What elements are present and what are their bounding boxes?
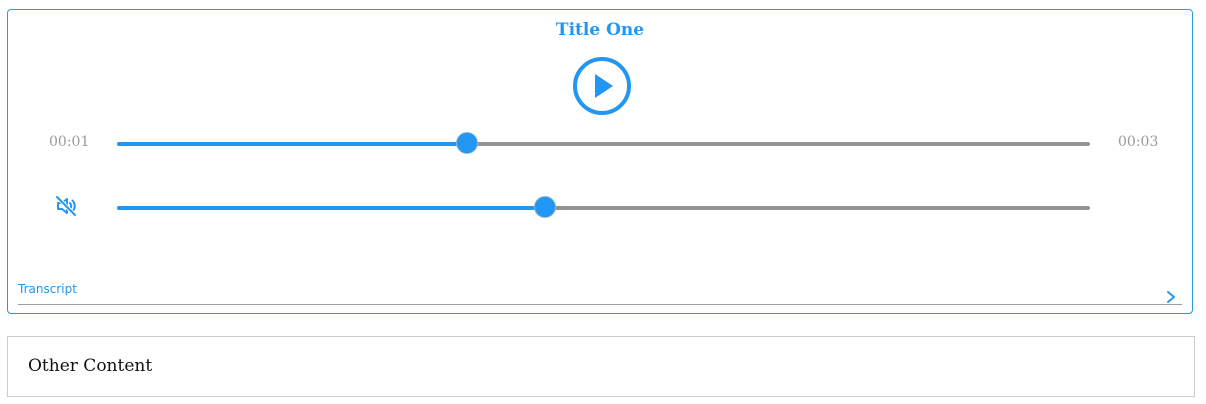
current-time: 00:01: [49, 134, 90, 150]
other-content-panel: Other Content: [7, 336, 1195, 397]
volume-fill: [117, 206, 546, 210]
volume-thumb[interactable]: [534, 196, 557, 218]
transcript-toggle[interactable]: Transcript: [18, 274, 1182, 305]
audio-player: Title One 00:01 00:03 Transcript: [7, 9, 1193, 314]
player-title: Title One: [555, 20, 645, 40]
play-button[interactable]: [571, 55, 633, 117]
progress-slider[interactable]: [117, 132, 1090, 156]
play-circle-icon: [573, 57, 631, 115]
transcript-label: Transcript: [18, 282, 77, 296]
other-content-text: Other Content: [28, 356, 153, 376]
volume-slider[interactable]: [117, 196, 1090, 220]
total-time: 00:03: [1118, 134, 1159, 150]
mute-button[interactable]: [54, 194, 78, 218]
progress-fill: [117, 142, 468, 146]
chevron-right-icon: [1167, 291, 1175, 303]
progress-thumb[interactable]: [456, 132, 479, 154]
volume-off-icon: [55, 195, 77, 217]
